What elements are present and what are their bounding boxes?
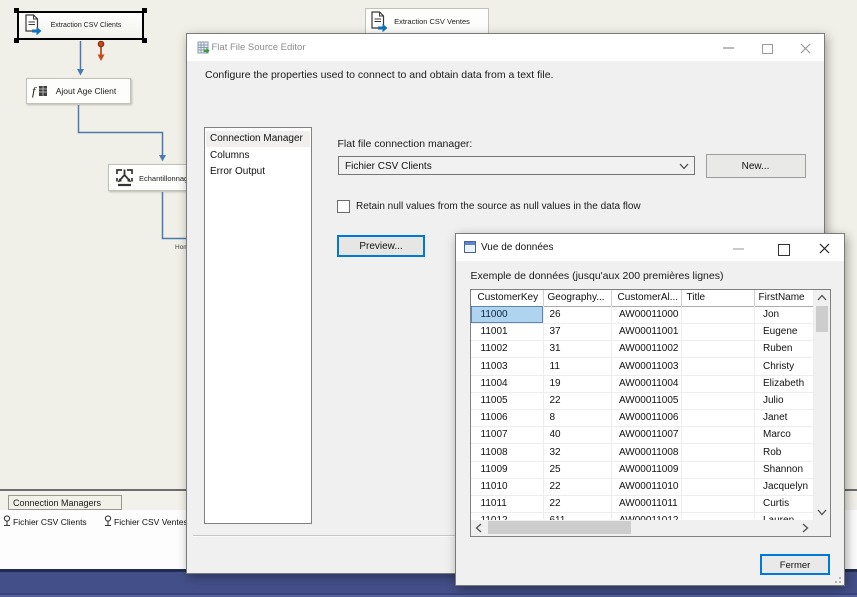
svg-text:f: f [32,84,37,98]
